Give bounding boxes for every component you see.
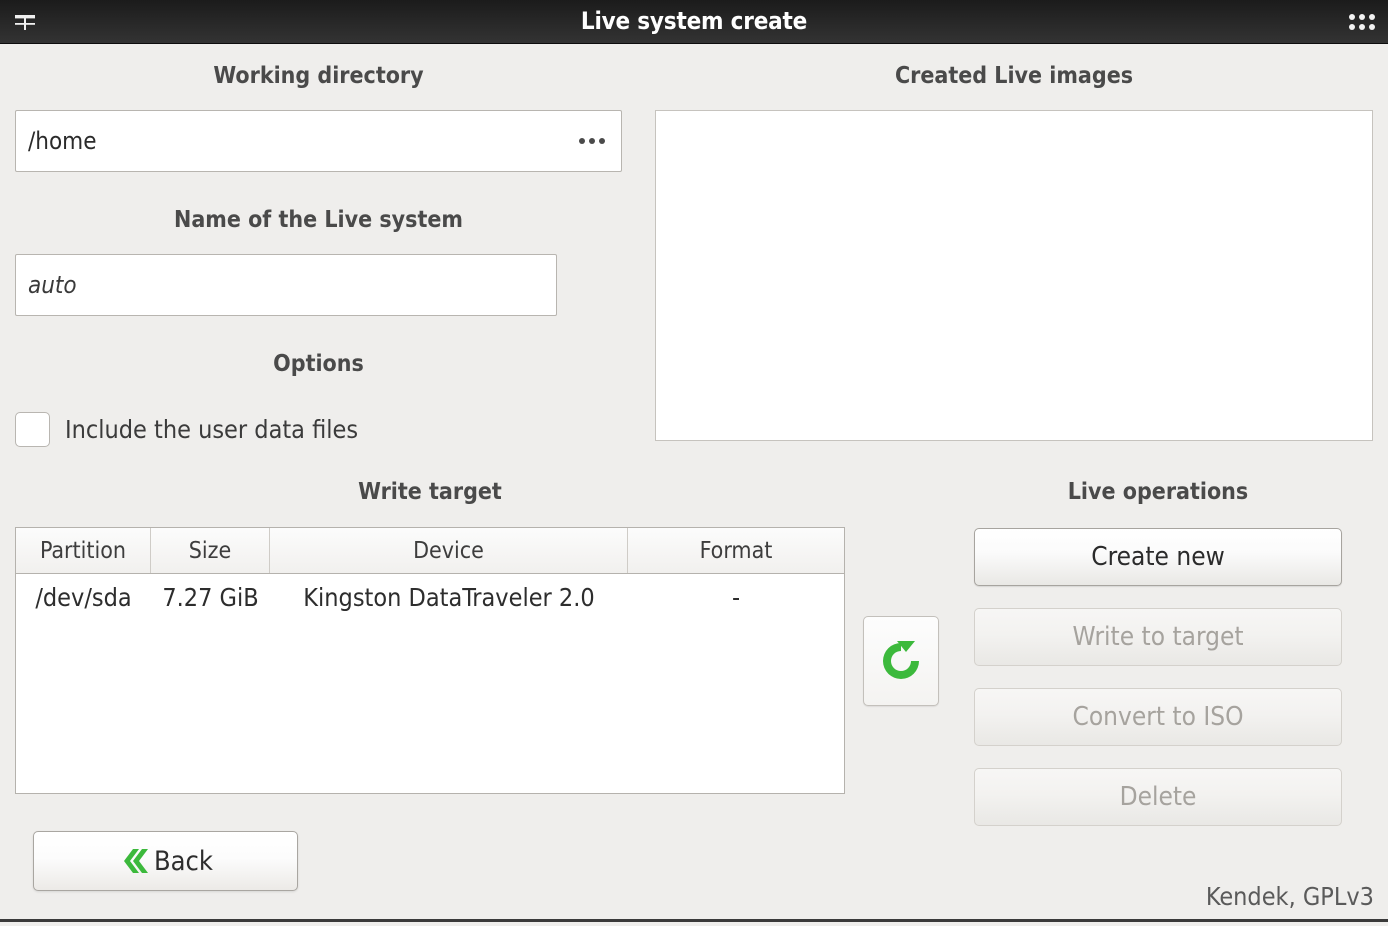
- live-name-title: Name of the Live system: [174, 207, 463, 233]
- cell-partition: /dev/sda: [35, 583, 132, 612]
- write-target-title: Write target: [358, 479, 502, 505]
- ellipsis-icon[interactable]: [569, 132, 609, 150]
- include-user-data-checkbox[interactable]: [15, 412, 50, 447]
- live-name-field[interactable]: auto: [15, 254, 557, 316]
- apps-grid-icon[interactable]: [1346, 8, 1378, 36]
- column-header-format[interactable]: Format: [628, 528, 844, 573]
- double-chevron-left-icon: [124, 849, 148, 873]
- footer-credit: Kendek, GPLv3: [1205, 882, 1374, 911]
- window-title: Live system create: [580, 7, 808, 35]
- back-button[interactable]: Back: [33, 831, 298, 891]
- window-titlebar: Live system create: [0, 0, 1388, 44]
- cell-format: -: [731, 583, 741, 612]
- live-operations-title: Live operations: [1067, 479, 1249, 505]
- cell-size: 7.27 GiB: [162, 583, 259, 612]
- write-to-target-button: Write to target: [974, 608, 1342, 666]
- table-row[interactable]: /dev/sda 7.27 GiB Kingston DataTraveler …: [16, 574, 844, 621]
- window-bottom-fill: [0, 922, 1388, 926]
- create-new-button[interactable]: Create new: [974, 528, 1342, 586]
- created-images-list[interactable]: [655, 110, 1373, 441]
- working-directory-value: /home: [28, 127, 97, 155]
- cell-device: Kingston DataTraveler 2.0: [303, 583, 595, 612]
- options-title: Options: [273, 351, 364, 377]
- write-target-table[interactable]: Partition Size Device Format /dev/sda 7.…: [15, 527, 845, 794]
- delete-button: Delete: [974, 768, 1342, 826]
- refresh-devices-button[interactable]: [863, 616, 939, 706]
- live-name-placeholder: auto: [28, 271, 77, 299]
- convert-to-iso-button: Convert to ISO: [974, 688, 1342, 746]
- refresh-circular-arrow-icon: [883, 641, 919, 679]
- column-header-partition[interactable]: Partition: [16, 528, 151, 573]
- option-include-user-data-row[interactable]: Include the user data files: [15, 412, 358, 447]
- write-target-table-header: Partition Size Device Format: [16, 528, 844, 574]
- column-header-device[interactable]: Device: [270, 528, 628, 573]
- column-header-size[interactable]: Size: [151, 528, 270, 573]
- working-directory-title: Working directory: [213, 63, 424, 89]
- back-button-label: Back: [154, 845, 213, 877]
- created-images-title: Created Live images: [894, 63, 1134, 89]
- working-directory-field[interactable]: /home: [15, 110, 622, 172]
- include-user-data-label: Include the user data files: [65, 415, 359, 444]
